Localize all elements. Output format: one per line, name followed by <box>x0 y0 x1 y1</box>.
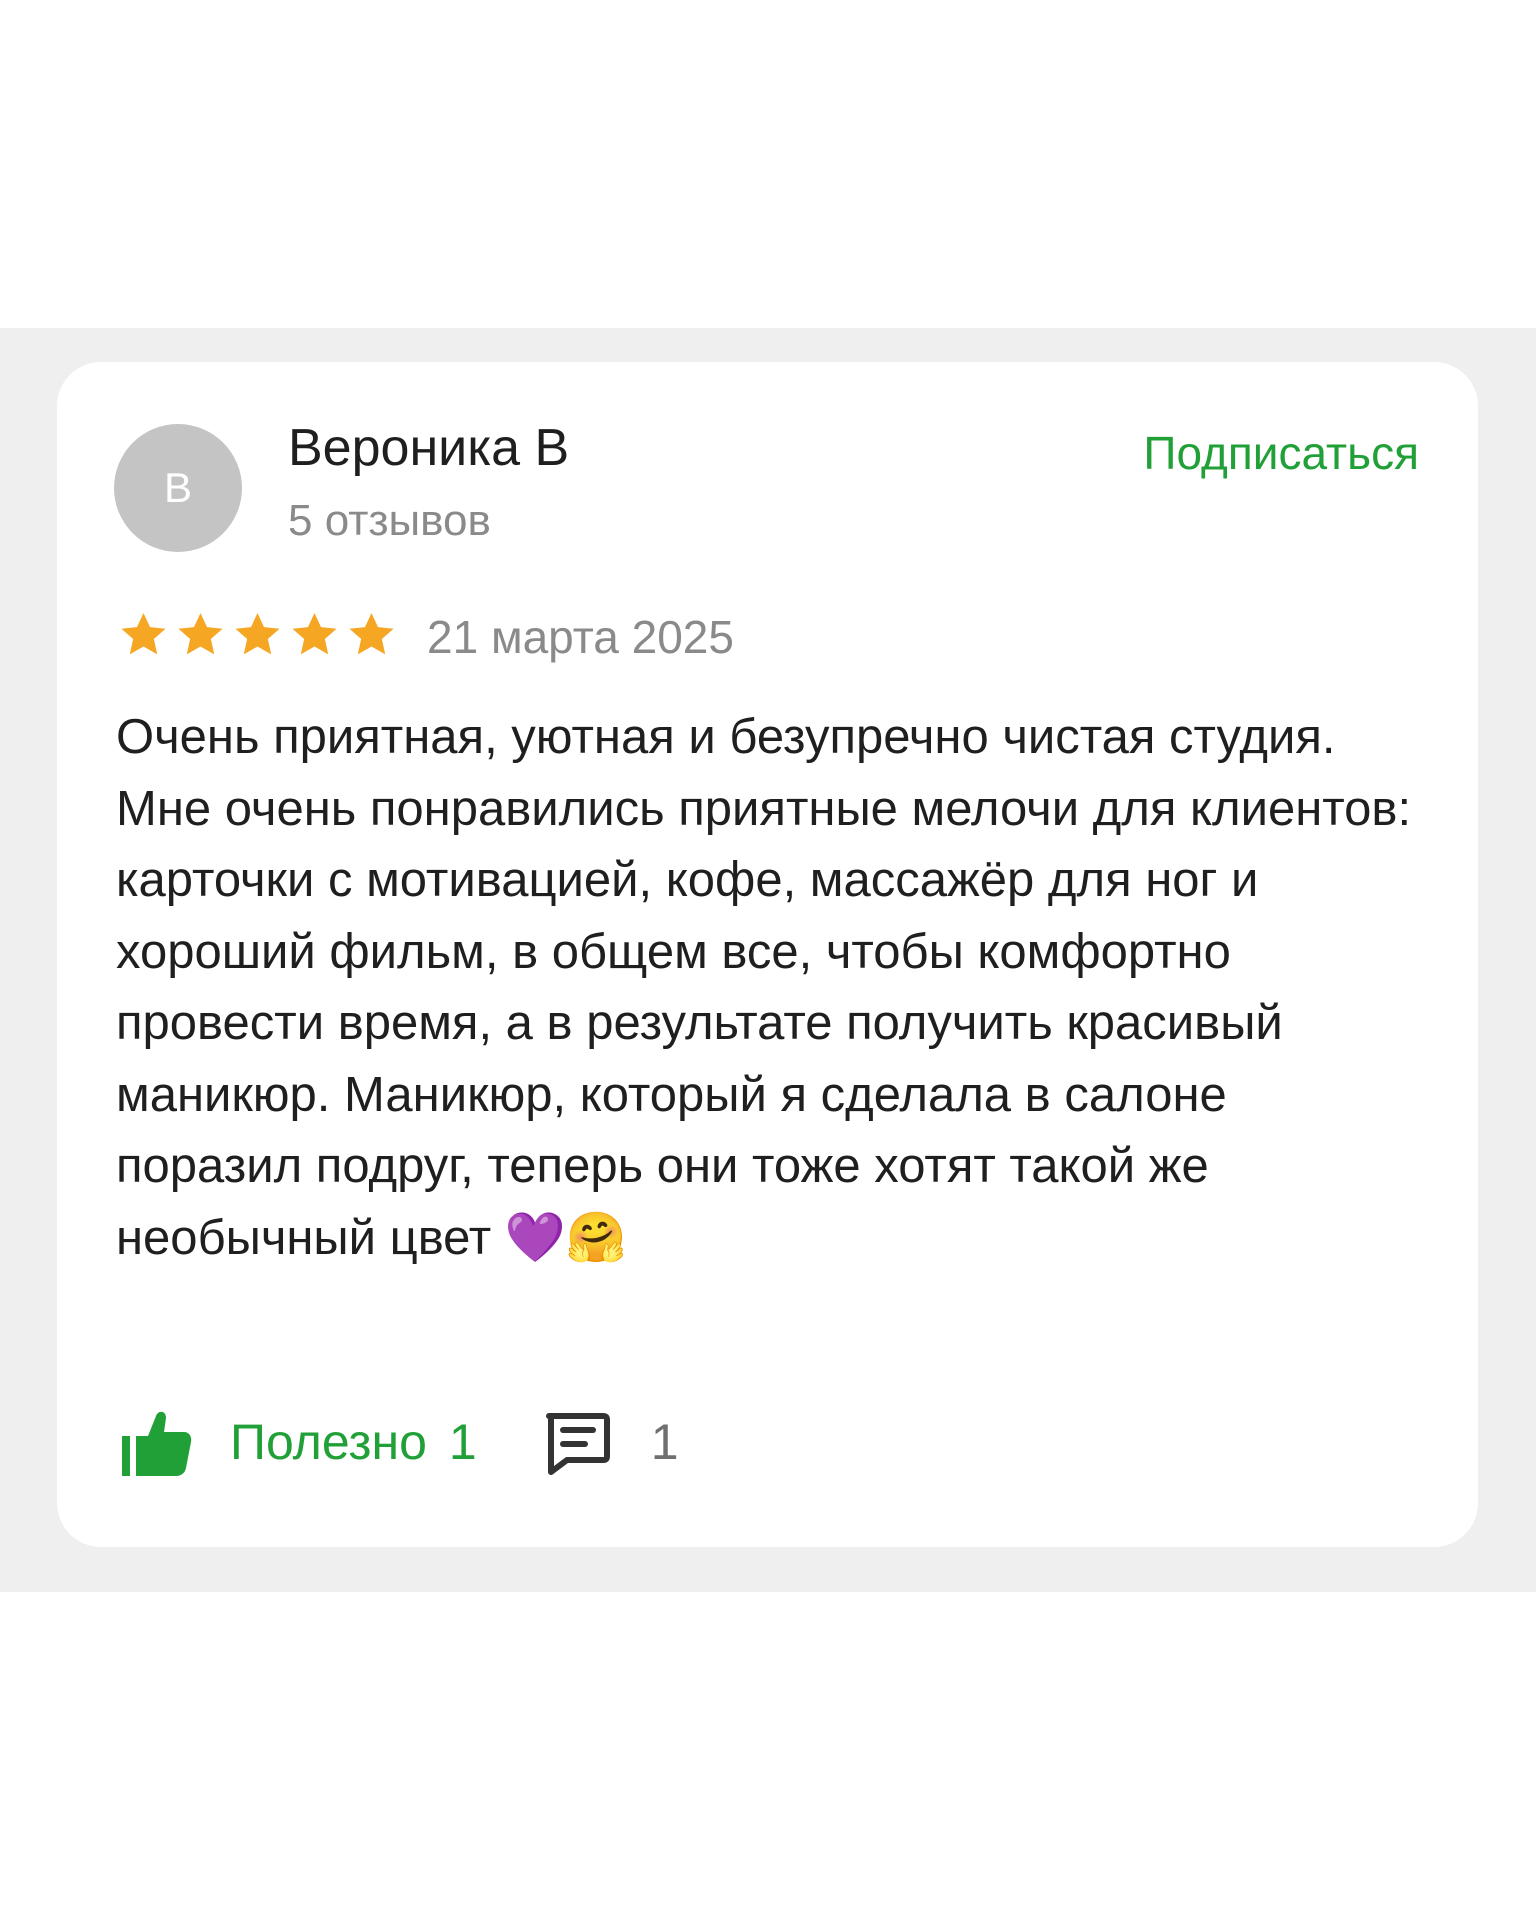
comments-count: 1 <box>650 1414 679 1470</box>
star-icon <box>292 612 337 655</box>
thumbs-up-icon <box>122 1411 192 1476</box>
author-reviews-count: 5 отзывов <box>288 496 491 545</box>
helpful-count: 1 <box>448 1414 477 1470</box>
subscribe-button[interactable]: Подписаться <box>1143 426 1419 480</box>
comments-button[interactable]: 1 <box>541 1406 679 1478</box>
review-card: В Вероника В 5 отзывов Подписаться 21 ма… <box>57 362 1478 1547</box>
helpful-button[interactable]: Полезно 1 <box>120 1406 477 1478</box>
helpful-label: Полезно <box>230 1414 427 1470</box>
author-name[interactable]: Вероника В <box>288 418 569 478</box>
star-icon <box>349 612 394 655</box>
comment-icon <box>545 1413 610 1475</box>
star-icon <box>178 612 223 655</box>
star-icon <box>235 612 280 655</box>
avatar-letter: В <box>163 464 192 511</box>
avatar[interactable]: В <box>114 424 242 552</box>
review-date: 21 марта 2025 <box>427 611 734 663</box>
review-text: Очень приятная, уютная и безупречно чист… <box>116 710 1412 1265</box>
rating-stars <box>115 608 400 662</box>
star-icon <box>121 612 166 655</box>
review-actions: Полезно 1 1 <box>120 1402 679 1482</box>
